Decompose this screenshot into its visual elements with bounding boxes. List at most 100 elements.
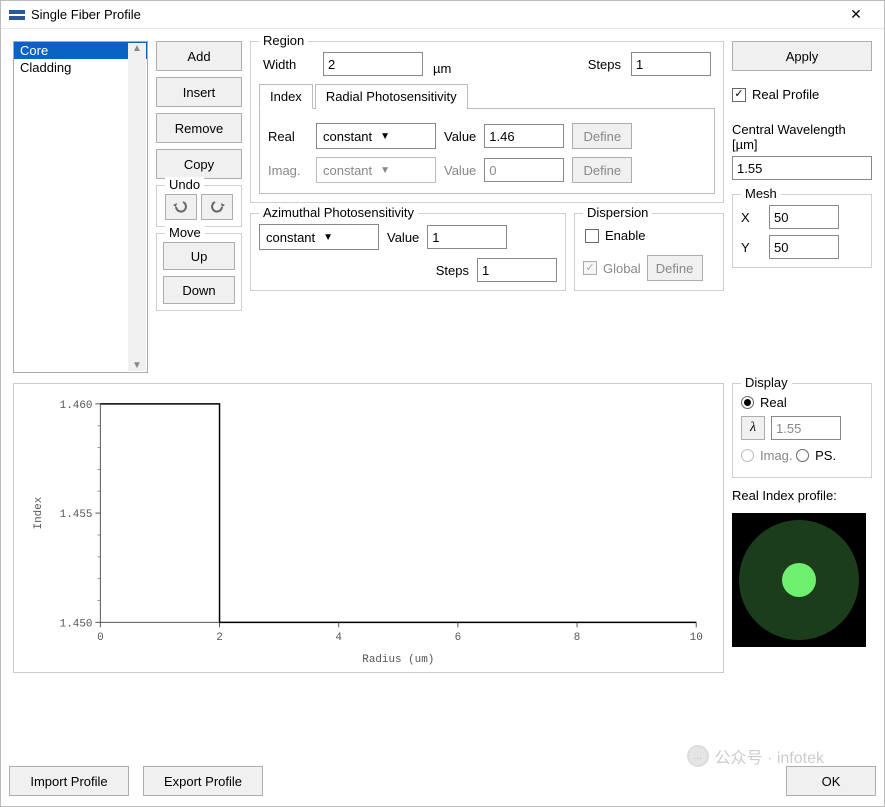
- real-profile-label: Real Profile: [752, 87, 819, 102]
- move-group-label: Move: [165, 225, 205, 240]
- real-value-field[interactable]: [484, 124, 564, 148]
- add-button[interactable]: Add: [156, 41, 242, 71]
- display-ps-label: PS.: [815, 448, 836, 463]
- display-lambda-field: [771, 416, 841, 440]
- radio-icon: [741, 449, 754, 462]
- dispersion-group: Dispersion Enable Global Define: [574, 213, 724, 291]
- display-panel: Display Real λ Imag. PS: [732, 383, 872, 750]
- scroll-up-icon[interactable]: ▲: [132, 43, 142, 54]
- real-value-label: Value: [444, 129, 476, 144]
- profile-preview: [732, 513, 866, 647]
- mesh-x-label: X: [741, 210, 761, 225]
- import-profile-button[interactable]: Import Profile: [9, 766, 129, 796]
- close-button[interactable]: ✕: [836, 3, 876, 27]
- chevron-down-icon: ▼: [380, 131, 390, 142]
- mesh-group-label: Mesh: [741, 186, 781, 201]
- svg-text:0: 0: [97, 632, 104, 644]
- central-wavelength-field[interactable]: [732, 156, 872, 180]
- chevron-down-icon: ▼: [323, 232, 333, 243]
- tab-radial-photosensitivity[interactable]: Radial Photosensitivity: [315, 84, 468, 109]
- display-ps-radio[interactable]: PS.: [796, 448, 836, 463]
- imag-combo: constant ▼: [316, 157, 436, 183]
- display-group-label: Display: [741, 375, 792, 390]
- dispersion-group-label: Dispersion: [583, 205, 652, 220]
- footer: Import Profile Export Profile OK: [1, 762, 884, 806]
- svg-text:1.455: 1.455: [60, 509, 93, 521]
- display-real-radio[interactable]: Real: [741, 395, 787, 410]
- real-combo[interactable]: constant ▼: [316, 123, 436, 149]
- svg-text:8: 8: [574, 632, 581, 644]
- window-title: Single Fiber Profile: [31, 7, 836, 22]
- app-icon: [9, 7, 25, 23]
- apply-button[interactable]: Apply: [732, 41, 872, 71]
- undo-group: Undo: [156, 185, 242, 227]
- imag-value-field: [484, 158, 564, 182]
- width-field[interactable]: [323, 52, 423, 76]
- content: Core Cladding ▲ ▼ Add Insert Remove Copy…: [1, 29, 884, 762]
- imag-label: Imag.: [268, 163, 308, 178]
- azimuthal-combo[interactable]: constant ▼: [259, 224, 379, 250]
- edit-buttons: Add Insert Remove Copy Undo: [156, 41, 242, 373]
- core-circle-icon: [782, 563, 816, 597]
- copy-button[interactable]: Copy: [156, 149, 242, 179]
- imag-value-label: Value: [444, 163, 476, 178]
- mesh-group: Mesh X Y: [732, 194, 872, 268]
- imag-combo-value: constant: [323, 163, 372, 178]
- index-chart: 1.4501.4551.4600246810Radius (um)Index: [13, 383, 724, 673]
- real-profile-checkbox[interactable]: Real Profile: [732, 87, 872, 102]
- export-profile-button[interactable]: Export Profile: [143, 766, 263, 796]
- middle-panel: Region Width µm Steps Index Radial Photo…: [250, 41, 724, 373]
- dispersion-enable[interactable]: Enable: [585, 228, 645, 243]
- region-tabs: Index Radial Photosensitivity: [259, 84, 715, 109]
- svg-text:Index: Index: [33, 496, 45, 529]
- display-imag-radio: Imag.: [741, 448, 793, 463]
- insert-button[interactable]: Insert: [156, 77, 242, 107]
- profile-preview-label: Real Index profile:: [732, 488, 872, 503]
- azimuthal-steps-field[interactable]: [477, 258, 557, 282]
- svg-text:1.460: 1.460: [60, 400, 93, 412]
- ok-button[interactable]: OK: [786, 766, 876, 796]
- index-tab-body: Real constant ▼ Value Define Imag.: [259, 109, 715, 194]
- lambda-button[interactable]: λ: [741, 416, 765, 440]
- dispersion-global-label: Global: [603, 261, 641, 276]
- svg-text:10: 10: [690, 632, 703, 644]
- svg-text:1.450: 1.450: [60, 618, 93, 630]
- chart-svg: 1.4501.4551.4600246810Radius (um)Index: [14, 384, 723, 672]
- region-group-label: Region: [259, 33, 308, 48]
- azimuthal-group: Azimuthal Photosensitivity constant ▼ Va…: [250, 213, 566, 291]
- cladding-circle-icon: [739, 520, 859, 640]
- titlebar: Single Fiber Profile ✕: [1, 1, 884, 29]
- move-up-button[interactable]: Up: [163, 242, 235, 270]
- display-imag-label: Imag.: [760, 448, 793, 463]
- steps-field[interactable]: [631, 52, 711, 76]
- mesh-x-field[interactable]: [769, 205, 839, 229]
- redo-icon: [209, 199, 225, 213]
- radio-icon: [796, 449, 809, 462]
- width-unit: µm: [433, 61, 451, 76]
- central-wavelength-label: Central Wavelength [µm]: [732, 122, 872, 152]
- imag-define-button: Define: [572, 157, 632, 183]
- steps-label: Steps: [588, 57, 621, 72]
- move-group: Move Up Down: [156, 233, 242, 311]
- tab-index[interactable]: Index: [259, 84, 313, 109]
- undo-icon: [173, 199, 189, 213]
- azimuthal-combo-value: constant: [266, 230, 315, 245]
- svg-text:4: 4: [335, 632, 342, 644]
- radio-icon: [741, 396, 754, 409]
- real-define-button[interactable]: Define: [572, 123, 632, 149]
- azimuthal-value-field[interactable]: [427, 225, 507, 249]
- real-combo-value: constant: [323, 129, 372, 144]
- mesh-y-field[interactable]: [769, 235, 839, 259]
- undo-button[interactable]: [165, 194, 197, 220]
- remove-button[interactable]: Remove: [156, 113, 242, 143]
- move-down-button[interactable]: Down: [163, 276, 235, 304]
- dispersion-enable-label: Enable: [605, 228, 645, 243]
- redo-button[interactable]: [201, 194, 233, 220]
- chevron-down-icon: ▼: [380, 165, 390, 176]
- checkbox-icon: [583, 261, 597, 275]
- window: Single Fiber Profile ✕ Core Cladding ▲ ▼…: [0, 0, 885, 807]
- display-real-label: Real: [760, 395, 787, 410]
- scroll-down-icon[interactable]: ▼: [132, 360, 142, 371]
- list-scrollbar[interactable]: ▲ ▼: [128, 43, 146, 371]
- region-listbox[interactable]: Core Cladding ▲ ▼: [13, 41, 148, 373]
